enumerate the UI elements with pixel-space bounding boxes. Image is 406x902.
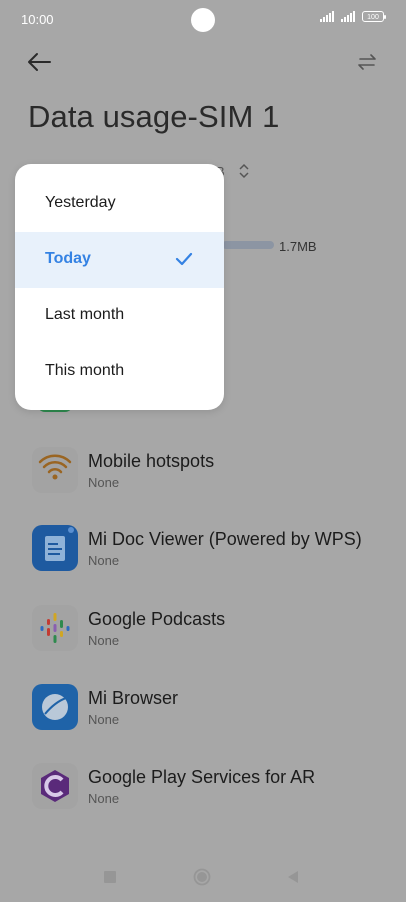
home-button[interactable] <box>193 868 211 886</box>
podcast-icon <box>32 605 78 651</box>
app-name: Mi Doc Viewer (Powered by WPS) <box>88 529 362 549</box>
list-item[interactable]: Google Podcasts None <box>32 605 392 655</box>
usage-bar <box>222 241 274 249</box>
usage-value: 1.7MB <box>279 239 317 254</box>
menu-item-label: Today <box>45 250 91 267</box>
date-range-dropdown: Yesterday Today Last month This month <box>15 164 224 410</box>
front-camera-cutout <box>191 8 215 32</box>
menu-item-today[interactable]: Today <box>15 232 224 288</box>
app-usage: None <box>88 633 120 648</box>
back-button[interactable] <box>286 869 300 885</box>
status-icons: 100 <box>320 11 386 22</box>
switch-sim-icon[interactable] <box>354 50 380 74</box>
signal-strength-icon <box>341 11 355 22</box>
menu-item-label: Yesterday <box>45 194 116 211</box>
app-usage: None <box>88 712 120 727</box>
list-item[interactable]: Google Play Services for AR None <box>32 763 392 813</box>
list-item[interactable]: Mobile hotspots None <box>32 447 392 497</box>
app-name: Mi Browser <box>88 688 179 708</box>
page-title: Data usage-SIM 1 <box>28 99 280 134</box>
menu-item-label: This month <box>45 362 125 379</box>
menu-item-last-month[interactable]: Last month <box>15 288 224 344</box>
wifi-hotspot-icon <box>32 447 78 493</box>
browser-icon <box>32 684 78 730</box>
list-item[interactable]: Mi Browser None <box>32 684 392 734</box>
document-icon <box>32 525 78 571</box>
signal-strength-icon <box>320 11 334 22</box>
app-name: Google Podcasts <box>88 609 226 629</box>
chevron-up-down-icon[interactable] <box>238 163 250 182</box>
list-item[interactable]: Mi Doc Viewer (Powered by WPS) None <box>32 525 392 575</box>
app-name: Google Play Services for AR <box>88 767 316 787</box>
battery-icon: 100 <box>362 11 386 22</box>
menu-item-label: Last month <box>45 306 125 323</box>
app-usage: None <box>88 791 120 806</box>
ar-services-icon <box>32 763 78 809</box>
app-usage: None <box>88 553 120 568</box>
back-arrow-icon[interactable] <box>26 48 54 76</box>
recent-apps-button[interactable] <box>104 871 116 883</box>
menu-item-yesterday[interactable]: Yesterday <box>15 176 224 232</box>
menu-item-this-month[interactable]: This month <box>15 344 224 400</box>
checkmark-icon <box>174 249 194 269</box>
app-name: Mobile hotspots <box>88 451 215 471</box>
status-time: 10:00 <box>21 12 54 27</box>
app-usage: None <box>88 475 120 490</box>
